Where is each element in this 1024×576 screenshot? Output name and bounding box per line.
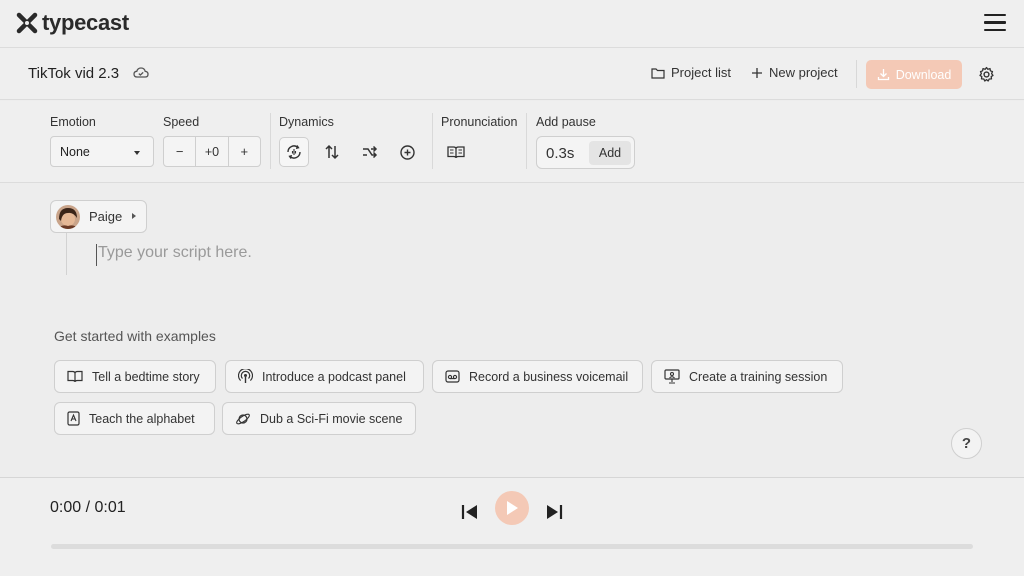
pronunciation-label: Pronunciation [441, 115, 518, 129]
speed-label: Speed [163, 115, 200, 129]
new-project-button[interactable]: New project [751, 65, 838, 80]
dynamics-shuffle-button[interactable] [355, 137, 385, 167]
dynamics-updown-button[interactable] [317, 137, 347, 167]
example-chip-podcast-panel[interactable]: Introduce a podcast panel [225, 360, 424, 393]
pronunciation-button[interactable] [441, 137, 471, 167]
download-label: Download [895, 67, 952, 82]
caret-right-icon [132, 213, 136, 219]
download-button[interactable]: Download [866, 60, 962, 89]
smart-dynamics-icon [287, 145, 301, 159]
plus-circle-icon [399, 144, 415, 160]
example-chip-bedtime-story[interactable]: Tell a bedtime story [54, 360, 216, 393]
example-label: Teach the alphabet [89, 411, 195, 426]
cloud-check-icon [133, 67, 149, 78]
audio-player: 0:00 / 0:01 [0, 477, 1024, 576]
speed-value[interactable]: +0 [195, 137, 229, 166]
example-label: Dub a Sci-Fi movie scene [260, 411, 403, 426]
playback-time: 0:00 / 0:01 [50, 499, 126, 516]
speed-decrease-button[interactable]: − [164, 137, 195, 166]
letter-card-icon [67, 411, 80, 426]
example-label: Introduce a podcast panel [262, 369, 406, 384]
avatar [56, 204, 80, 229]
hamburger-menu-icon[interactable] [984, 14, 1006, 32]
logo-text: typecast [42, 10, 129, 35]
pause-control: 0.3s Add [536, 136, 635, 169]
plus-icon [752, 67, 762, 78]
help-button[interactable]: ? [951, 428, 982, 459]
speaker-selector[interactable]: Paige [50, 200, 147, 233]
example-label: Record a business voicemail [469, 369, 629, 384]
divider [856, 60, 857, 88]
folder-icon [651, 67, 665, 79]
shuffle-arrows-icon [363, 145, 378, 159]
script-guide-line [66, 233, 67, 275]
emotion-value: None [60, 145, 90, 159]
download-icon [877, 69, 889, 81]
pause-value[interactable]: 0.3s [546, 145, 574, 162]
logo-mark-icon [16, 12, 38, 34]
speed-stepper: − +0 + [163, 136, 261, 167]
settings-gear-icon[interactable] [978, 66, 995, 83]
add-pause-button[interactable]: Add [589, 141, 631, 165]
top-bar: typecast [0, 0, 1024, 48]
chevron-down-icon [134, 151, 140, 155]
dynamics-smart-button[interactable] [279, 137, 309, 167]
presentation-icon [664, 369, 680, 384]
open-book-icon [447, 145, 465, 158]
play-button[interactable] [495, 491, 529, 525]
examples-title: Get started with examples [54, 328, 216, 344]
planet-icon [236, 413, 250, 424]
project-bar: TikTok vid 2.3 Project list New project … [0, 48, 1024, 100]
emotion-select[interactable]: None [50, 136, 154, 167]
divider [432, 113, 433, 169]
podcast-icon [238, 369, 253, 383]
new-project-label: New project [769, 65, 838, 80]
project-list-label: Project list [671, 65, 731, 80]
project-title[interactable]: TikTok vid 2.3 [28, 65, 119, 82]
example-label: Create a training session [689, 369, 828, 384]
divider [526, 113, 527, 169]
book-icon [67, 370, 83, 383]
divider [270, 113, 271, 169]
script-input[interactable]: Type your script here. [96, 244, 796, 266]
example-chip-teach-alphabet[interactable]: Teach the alphabet [54, 402, 215, 435]
dynamics-add-button[interactable] [392, 137, 422, 167]
arrows-up-down-icon [325, 144, 339, 160]
speed-increase-button[interactable]: + [229, 137, 260, 166]
add-pause-label: Add pause [536, 115, 596, 129]
emotion-label: Emotion [50, 115, 96, 129]
play-icon [507, 501, 518, 515]
example-label: Tell a bedtime story [92, 369, 200, 384]
logo[interactable]: typecast [16, 10, 129, 36]
example-chip-training-session[interactable]: Create a training session [651, 360, 843, 393]
speaker-name: Paige [89, 209, 123, 224]
project-list-button[interactable]: Project list [651, 65, 731, 80]
example-chip-scifi-scene[interactable]: Dub a Sci-Fi movie scene [222, 402, 416, 435]
voice-toolbar: Emotion None Speed − +0 + Dynamics Pronu… [0, 101, 1024, 183]
skip-forward-icon[interactable] [537, 495, 571, 529]
voicemail-icon [445, 370, 460, 383]
skip-back-icon[interactable] [453, 495, 487, 529]
example-chip-business-voicemail[interactable]: Record a business voicemail [432, 360, 643, 393]
playback-progress-bar[interactable] [51, 544, 973, 549]
dynamics-label: Dynamics [279, 115, 334, 129]
